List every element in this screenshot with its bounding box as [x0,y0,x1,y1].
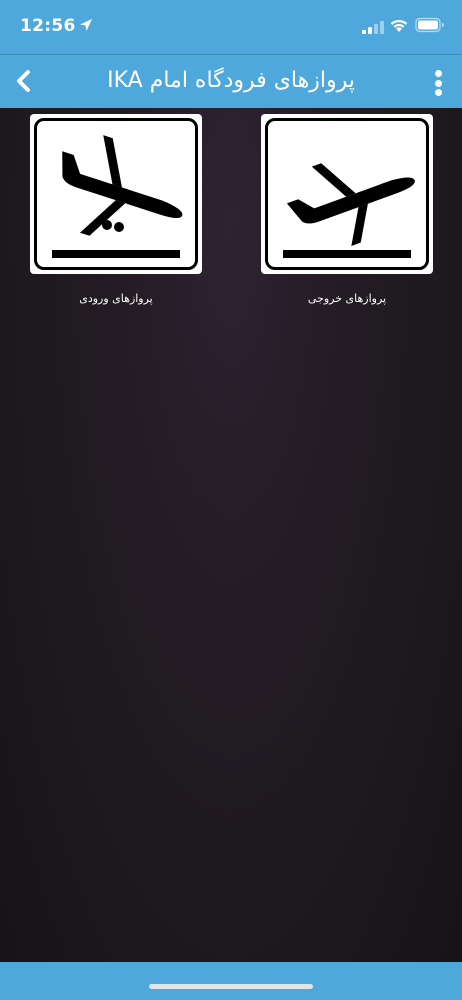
page-title: پروازهای فرودگاه امام IKA [107,68,355,93]
app-bar: پروازهای فرودگاه امام IKA [0,54,462,108]
tile-label-arrivals: پروازهای ورودی [79,292,153,305]
tile-label-departures: پروازهای خروجی [307,292,387,305]
bottom-bar [0,962,462,1000]
more-vertical-icon [434,70,442,77]
status-time: 12:56 [20,16,76,36]
status-bar: 12:56 [0,0,462,54]
back-button[interactable] [8,65,40,97]
more-options-button[interactable] [428,67,448,99]
home-indicator[interactable] [149,984,313,989]
battery-icon [415,17,444,33]
airplane-arrival-icon [52,135,183,258]
cellular-signal-icon [362,21,384,34]
tile-arrivals[interactable]: پروازهای ورودی [30,114,202,305]
wifi-icon [390,19,408,32]
chevron-left-icon [17,70,30,92]
airplane-departure-icon [283,163,415,258]
tile-departures[interactable]: پروازهای خروجی [261,114,433,305]
location-arrow-icon [80,19,92,31]
